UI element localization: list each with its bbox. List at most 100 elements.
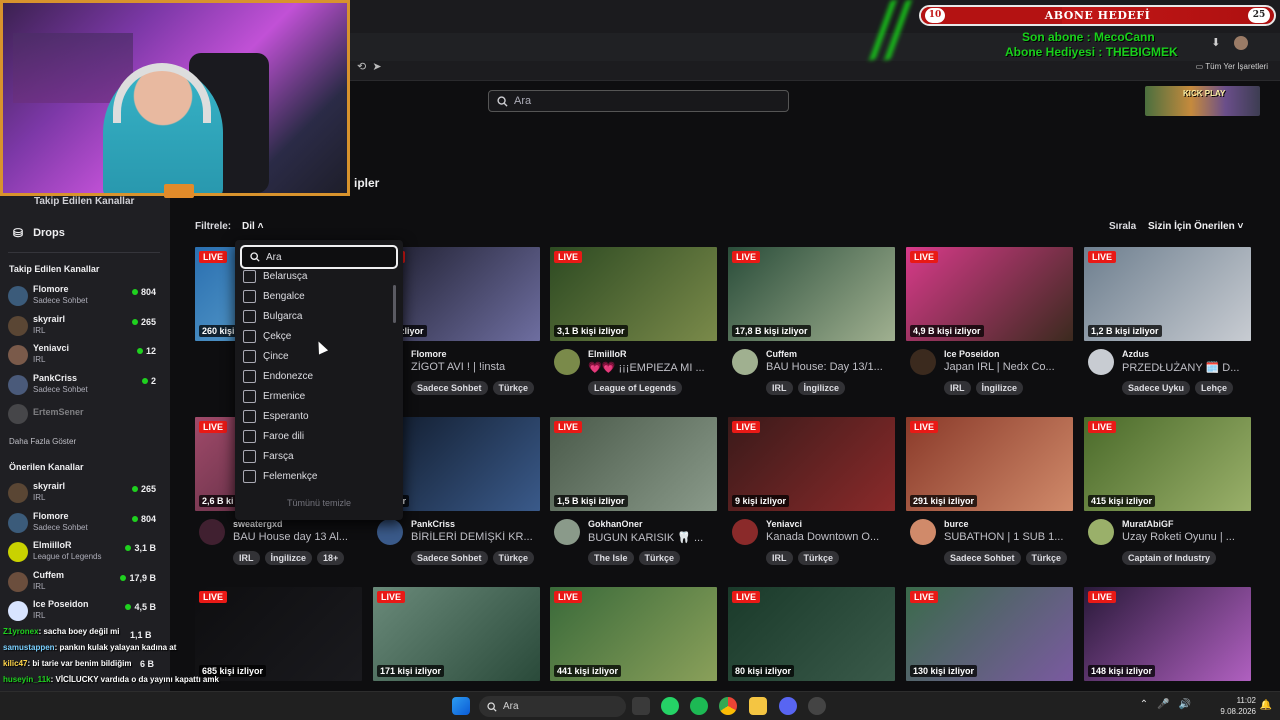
language-option[interactable]: Belarusça [243,270,307,286]
language-search-input[interactable]: Ara [240,245,398,269]
notification-icon[interactable]: 🔔 [1260,700,1272,711]
tag-pill[interactable]: Türkçe [492,381,535,395]
stream-card[interactable]: LIVE 17,8 B kişi izliyor Cuffem BAU House: … [728,247,895,395]
taskbar-clock[interactable]: 11:02 9.08.2026 [1220,695,1256,717]
checkbox[interactable] [243,449,256,463]
tag-pill[interactable]: İngilizce [797,381,846,395]
checkbox[interactable] [243,429,256,443]
sidebar-channel-followed[interactable]: skyrairl IRL 265 [8,314,160,342]
checkbox[interactable] [243,369,256,383]
stream-card[interactable]: LIVE 1,5 B kişi izliyor GokhanOner BUGUN KA… [550,417,717,565]
tag-pill[interactable]: IRL [766,551,793,565]
checkbox[interactable] [243,289,256,303]
stream-card[interactable]: LIVE 148 kişi izliyor [1084,587,1251,681]
avatar[interactable] [732,349,758,375]
avatar[interactable] [554,519,580,545]
chrome-icon[interactable] [719,697,737,715]
avatar[interactable] [910,349,936,375]
stream-card[interactable]: LIVE 415 kişi izliyor MuratAbiGF Uzay Roket… [1084,417,1251,565]
channel-name[interactable]: PankCriss [411,519,455,529]
tag-pill[interactable]: IRL [944,381,971,395]
stream-thumbnail[interactable]: LIVE 4,9 B kişi izliyor [906,247,1073,341]
task-view-icon[interactable] [632,697,650,715]
stream-title[interactable]: BUGUN KARISIK 🦷 ... [588,531,716,544]
checkbox[interactable] [243,389,256,403]
stream-card[interactable]: LIVE 130 kişi izliyor [906,587,1073,681]
stream-title[interactable]: ZİGOT AVI ! | !insta [411,361,539,373]
tag-pill[interactable]: 18+ [317,551,345,565]
discord-icon[interactable] [779,697,797,715]
sidebar-channel-followed[interactable]: Yeniavci IRL 12 [8,343,160,371]
tag-pill[interactable]: League of Legends [588,381,683,395]
tag-pill[interactable]: Captain of Industry [1122,551,1217,565]
sidebar-item-drops[interactable]: ⛁ Drops [13,226,65,240]
channel-name[interactable]: Yeniavci [766,519,802,529]
language-option[interactable]: Bengalce [243,286,305,306]
language-option[interactable]: Farsça [243,446,294,466]
tag-pill[interactable]: İngilizce [264,551,313,565]
show-more-link[interactable]: Daha Fazla Göster [9,437,76,446]
stream-title[interactable]: PRZEDŁUŻANY 🗓️ D... [1122,361,1250,374]
stream-title[interactable]: BAU House: Day 13/1... [766,361,894,373]
stream-card[interactable]: LIVE 4,9 B kişi izliyor Ice Poseidon Japan … [906,247,1073,395]
stream-thumbnail[interactable]: LIVE 171 kişi izliyor [373,587,540,681]
stream-card[interactable]: LIVE 685 kişi izliyor [195,587,362,681]
stream-card[interactable]: LIVE 291 kişi izliyor burce SUBATHON | 1 SU… [906,417,1073,565]
checkbox[interactable] [243,309,256,323]
whatsapp-icon[interactable] [661,697,679,715]
tag-pill[interactable]: Sadece Uyku [1122,381,1191,395]
stream-title[interactable]: SUBATHON | 1 SUB 1... [944,531,1072,543]
language-option[interactable]: Bulgarca [243,306,302,326]
stream-title[interactable]: Uzay Roketi Oyunu | ... [1122,531,1250,543]
stream-card[interactable]: LIVE 441 kişi izliyor [550,587,717,681]
stream-thumbnail[interactable]: LIVE 441 kişi izliyor [550,587,717,681]
stream-card[interactable]: LIVE 80 kişi izliyor [728,587,895,681]
file-explorer-icon[interactable] [749,697,767,715]
stream-thumbnail[interactable]: LIVE 17,8 B kişi izliyor [728,247,895,341]
language-option[interactable]: Çekçe [243,326,291,346]
stream-thumbnail[interactable]: LIVE 3,1 B kişi izliyor [550,247,717,341]
tag-pill[interactable]: Sadece Sohbet [944,551,1021,565]
stream-title[interactable]: Japan IRL | Nedx Co... [944,361,1072,373]
tag-pill[interactable]: Türkçe [797,551,840,565]
stream-thumbnail[interactable]: LIVE 1,2 B kişi izliyor [1084,247,1251,341]
stream-thumbnail[interactable]: LIVE 291 kişi izliyor [906,417,1073,511]
stream-thumbnail[interactable]: LIVE 80 kişi izliyor [728,587,895,681]
stream-card[interactable]: LIVE 3,1 B kişi izliyor ElmiilloR 💗💗 ¡¡¡EMP… [550,247,717,395]
language-option[interactable]: Çince [243,346,289,366]
spotify-icon[interactable] [690,697,708,715]
stream-thumbnail[interactable]: LIVE 9 kişi izliyor [728,417,895,511]
tag-pill[interactable]: IRL [233,551,260,565]
language-option[interactable]: Esperanto [243,406,309,426]
tag-pill[interactable]: The Isle [588,551,634,565]
checkbox[interactable] [243,469,256,483]
channel-name[interactable]: GokhanOner [588,519,643,529]
checkbox[interactable] [243,349,256,363]
channel-name[interactable]: Ice Poseidon [944,349,1000,359]
system-tray[interactable]: ⌃🎤🔊 [1140,699,1200,710]
channel-name[interactable]: Azdus [1122,349,1149,359]
sort-dropdown[interactable]: Sizin İçin Önerilen ˅ [1148,221,1243,232]
language-filter-button[interactable]: Dil ˄ [242,221,263,232]
language-option[interactable]: Endonezce [243,366,313,386]
stream-thumbnail[interactable]: LIVE 1,5 B kişi izliyor [550,417,717,511]
sidebar-channel-recommended[interactable]: Ice Poseidon IRL 4,5 B [8,599,160,627]
dropdown-scrollbar[interactable] [393,285,396,323]
stream-thumbnail[interactable]: LIVE 685 kişi izliyor [195,587,362,681]
avatar[interactable] [732,519,758,545]
tag-pill[interactable]: Sadece Sohbet [411,551,488,565]
avatar[interactable] [377,519,403,545]
stream-thumbnail[interactable]: LIVE 130 kişi izliyor [906,587,1073,681]
language-option[interactable]: Felemenkçe [243,466,317,486]
stream-card[interactable]: LIVE 171 kişi izliyor [373,587,540,681]
sidebar-channel-followed[interactable]: ErtemSener [8,402,160,430]
tag-pill[interactable]: Türkçe [492,551,535,565]
channel-name[interactable]: burce [944,519,969,529]
sidebar-channel-recommended[interactable]: skyrairl IRL 265 [8,481,160,509]
sidebar-channel-recommended[interactable]: Cuffem IRL 17,9 B [8,570,160,598]
sidebar-channel-recommended[interactable]: ElmiilloR League of Legends 3,1 B [8,540,160,568]
stream-title[interactable]: BİRİLERİ DEMİŞKİ KR... [411,531,539,543]
stream-card[interactable]: LIVE 9 kişi izliyor Yeniavci Kanada Downtow… [728,417,895,565]
channel-name[interactable]: Flomore [411,349,447,359]
stream-thumbnail[interactable]: LIVE 415 kişi izliyor [1084,417,1251,511]
